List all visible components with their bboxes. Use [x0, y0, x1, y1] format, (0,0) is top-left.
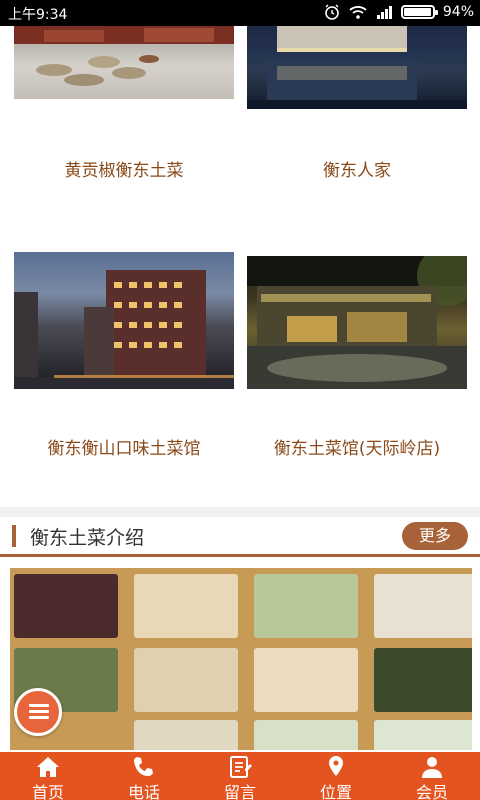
section-title: 衡东土菜介绍 [30, 527, 145, 549]
nav-member-label: 会员 [415, 783, 448, 800]
restaurant-photo-art [14, 270, 234, 389]
alarm-icon [325, 4, 339, 20]
nav-phone-label: 电话 [127, 783, 160, 800]
nav-home-label: 首页 [31, 783, 64, 800]
restaurant-name[interactable]: 衡东衡山口味土菜馆 [14, 434, 234, 459]
nav-location-label: 位置 [319, 783, 352, 800]
food-tile [374, 648, 472, 712]
bottom-nav: 首页 电话 留言 位置 会员 [0, 752, 480, 800]
food-tile [254, 648, 358, 712]
status-time: 上午9:34 [8, 7, 68, 23]
member-icon [422, 757, 442, 778]
restaurant-photo-art [247, 26, 467, 109]
nav-location[interactable]: 位置 [288, 752, 384, 800]
section-header: 衡东土菜介绍 更多 [0, 517, 480, 557]
floating-menu-button[interactable] [14, 688, 62, 736]
list-icon [29, 704, 49, 720]
phone-icon [134, 757, 153, 776]
restaurant-name[interactable]: 黄贡椒衡东土菜 [14, 156, 234, 181]
nav-member[interactable]: 会员 [384, 752, 480, 800]
wifi-icon [349, 6, 367, 19]
food-tile [254, 574, 358, 638]
food-tile [134, 648, 238, 712]
food-tile [134, 574, 238, 638]
intro-section [0, 560, 480, 750]
restaurant-photo[interactable] [247, 256, 467, 389]
battery-icon [400, 5, 438, 19]
restaurant-photo-art [247, 256, 467, 389]
restaurant-name[interactable]: 衡东人家 [247, 156, 467, 181]
section-divider [0, 507, 480, 517]
food-tile [374, 720, 472, 750]
nav-message-label: 留言 [223, 783, 256, 800]
section-accent-bar [12, 525, 16, 547]
more-button[interactable]: 更多 [402, 522, 468, 550]
food-tile [374, 574, 472, 638]
restaurant-name[interactable]: 衡东土菜馆(天际岭店) [247, 434, 467, 459]
restaurant-photo-art [14, 26, 234, 86]
restaurant-photo[interactable] [14, 26, 234, 99]
home-icon [37, 757, 59, 777]
food-tile [134, 720, 238, 750]
status-bar: 上午9:34 94% [0, 0, 480, 26]
restaurant-photo[interactable] [247, 26, 467, 109]
nav-message[interactable]: 留言 [192, 752, 288, 800]
signal-icon [376, 6, 392, 19]
nav-phone[interactable]: 电话 [96, 752, 192, 800]
battery-percent: 94% [442, 4, 474, 20]
food-tile [254, 720, 358, 750]
location-icon [329, 756, 343, 776]
food-tile [14, 574, 118, 638]
message-icon [230, 756, 252, 778]
intro-image[interactable] [10, 568, 472, 750]
restaurant-photo[interactable] [14, 252, 234, 389]
nav-home[interactable]: 首页 [0, 752, 96, 800]
